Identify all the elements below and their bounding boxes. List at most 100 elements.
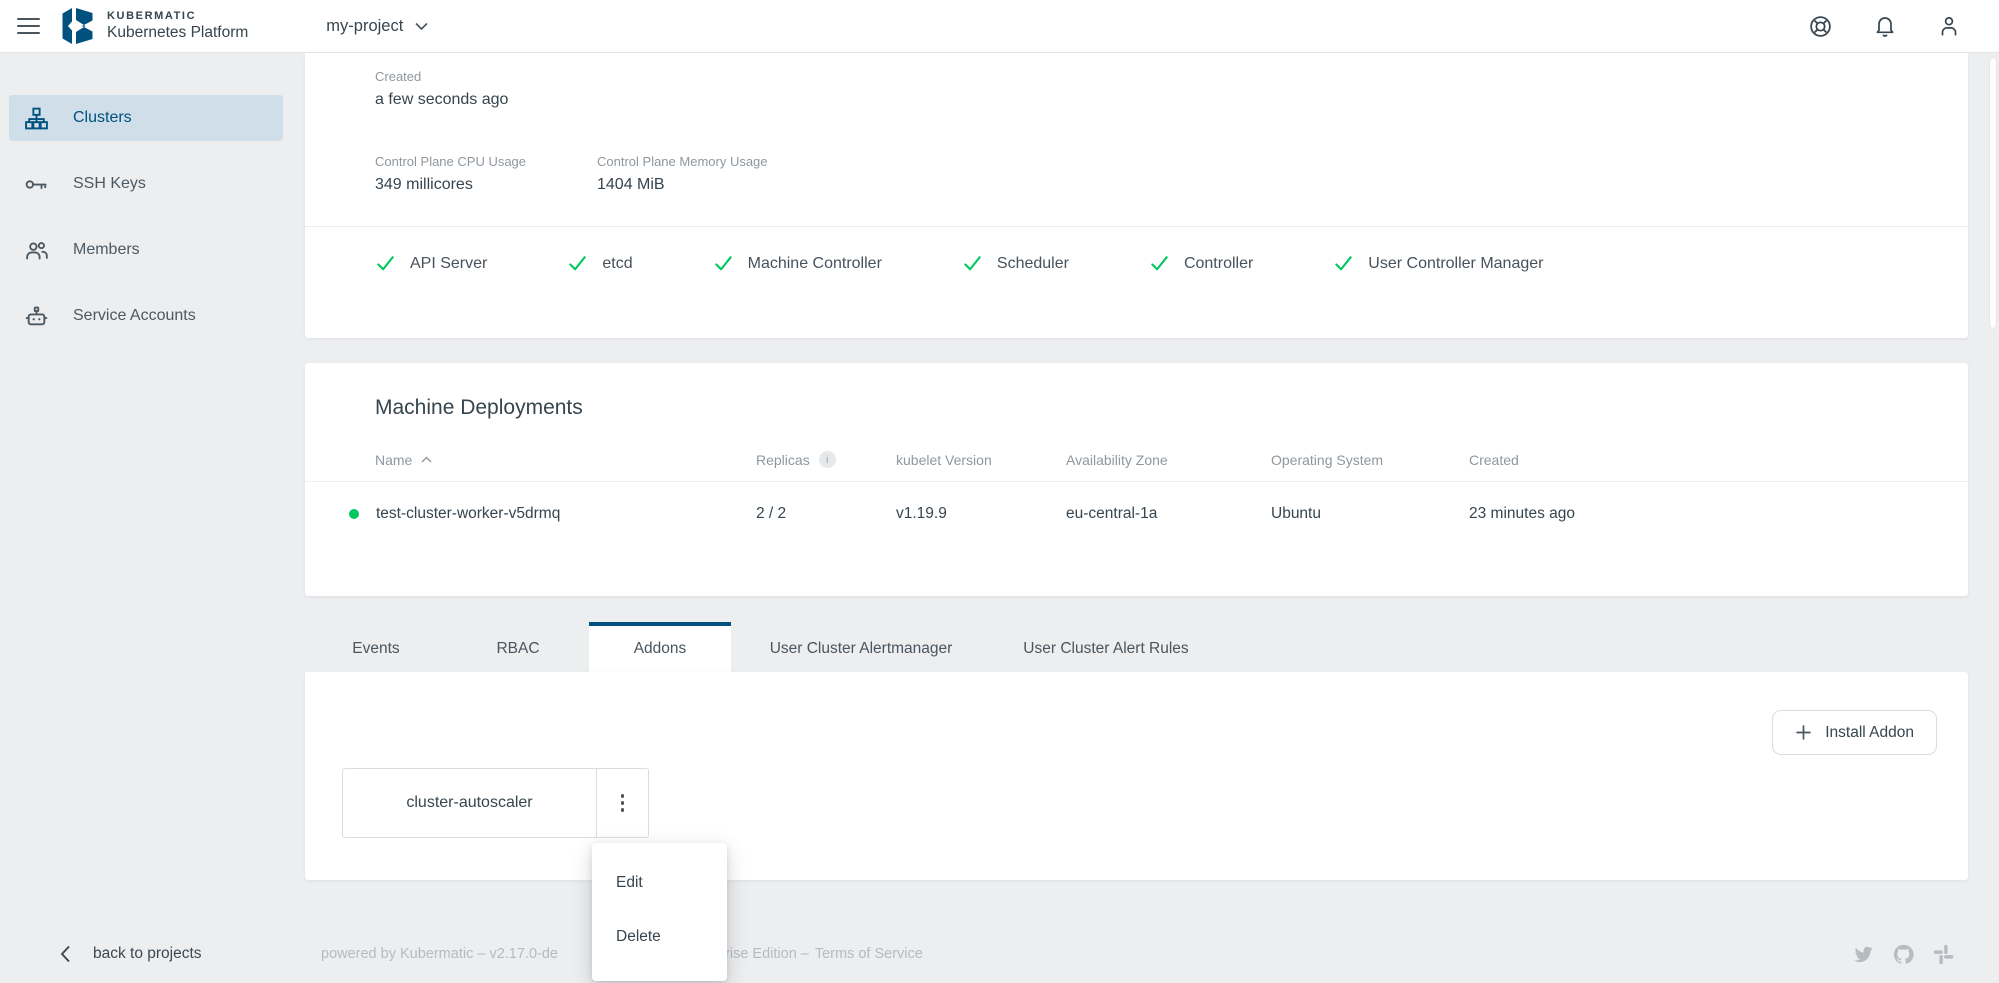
- machine-deployment-row[interactable]: test-cluster-worker-v5drmq 2 / 2 v1.19.9…: [305, 482, 1968, 545]
- menu-hamburger-icon[interactable]: [17, 17, 40, 35]
- addons-panel: Install Addon cluster-autoscaler: [305, 672, 1968, 880]
- tab-user-cluster-alert-rules[interactable]: User Cluster Alert Rules: [991, 622, 1221, 672]
- check-icon: [377, 256, 394, 271]
- install-addon-button[interactable]: Install Addon: [1772, 710, 1937, 755]
- deployment-replicas: 2 / 2: [756, 504, 787, 522]
- column-header-availability-zone: Availability Zone: [1066, 451, 1168, 468]
- robot-icon: [23, 304, 49, 329]
- health-label: Scheduler: [996, 254, 1069, 272]
- created-label: Created: [375, 69, 422, 84]
- column-header-created: Created: [1469, 451, 1519, 468]
- vertical-scrollbar-thumb[interactable]: [1989, 57, 1997, 329]
- addon-context-menu: Edit Delete: [592, 843, 727, 981]
- cpu-usage-label: Control Plane CPU Usage: [375, 154, 527, 169]
- machine-deployments-card: Machine Deployments Name Replicas i kube…: [305, 363, 1968, 596]
- status-healthy-dot-icon: [349, 508, 359, 519]
- check-icon: [569, 256, 587, 271]
- health-label: API Server: [410, 254, 488, 272]
- health-item-machine-controller: Machine Controller: [713, 253, 882, 274]
- deployment-created: 23 minutes ago: [1469, 504, 1575, 522]
- sidebar-item-service-accounts[interactable]: Service Accounts: [9, 293, 283, 339]
- cpu-usage-value: 349 millicores: [375, 176, 473, 193]
- tab-events[interactable]: Events: [305, 622, 447, 672]
- column-header-kubelet-version: kubelet Version: [896, 451, 992, 468]
- sidebar-item-ssh-keys[interactable]: SSH Keys: [9, 161, 283, 207]
- sidebar-item-label: SSH Keys: [73, 175, 146, 192]
- addon-name: cluster-autoscaler: [406, 794, 533, 811]
- main-content: Created a few seconds ago Control Plane …: [305, 53, 1968, 981]
- cpu-usage-block: Control Plane CPU Usage 349 millicores: [375, 154, 597, 194]
- tab-addons[interactable]: Addons: [589, 622, 731, 672]
- footer: back to projects powered by Kubermatic –…: [0, 925, 1999, 983]
- health-label: etcd: [602, 254, 633, 272]
- notifications-bell-icon[interactable]: [1873, 14, 1897, 38]
- key-icon: [23, 172, 49, 197]
- kubermatic-logo-icon: [59, 6, 96, 46]
- header-actions: [1808, 14, 1961, 39]
- project-selector[interactable]: my-project: [326, 17, 428, 36]
- check-icon: [1151, 256, 1168, 271]
- cluster-overview-card: Created a few seconds ago Control Plane …: [305, 53, 1968, 338]
- machine-deployments-table: Name Replicas i kubelet Version Availabi…: [305, 451, 1968, 545]
- health-item-scheduler: Scheduler: [962, 253, 1069, 274]
- deployment-name: test-cluster-worker-v5drmq: [376, 504, 561, 522]
- deployment-name-cell: test-cluster-worker-v5drmq: [349, 505, 756, 523]
- sidebar-item-label: Service Accounts: [73, 307, 196, 324]
- plus-icon: [1796, 725, 1811, 740]
- check-icon: [964, 256, 981, 271]
- chevron-down-icon: [415, 22, 428, 30]
- back-to-projects-label: back to projects: [93, 945, 202, 962]
- brand-text: KUBERMATIC Kubernetes Platform: [107, 10, 248, 42]
- column-header-name[interactable]: Name: [349, 452, 756, 468]
- user-account-icon[interactable]: [1937, 14, 1961, 38]
- health-item-api-server: API Server: [375, 253, 487, 274]
- check-icon: [714, 256, 732, 271]
- project-selector-label: my-project: [326, 16, 404, 35]
- column-header-operating-system: Operating System: [1271, 451, 1384, 468]
- deployment-availability-zone: eu-central-1a: [1066, 504, 1158, 522]
- tab-rbac[interactable]: RBAC: [447, 622, 589, 672]
- health-item-etcd: etcd: [567, 253, 633, 274]
- back-to-projects-link[interactable]: back to projects: [60, 945, 202, 963]
- sidebar-item-members[interactable]: Members: [9, 227, 283, 273]
- sidebar-item-clusters[interactable]: Clusters: [9, 95, 283, 141]
- members-people-icon: [23, 238, 49, 263]
- memory-usage-block: Control Plane Memory Usage 1404 MiB: [597, 154, 819, 194]
- deployment-operating-system: Ubuntu: [1271, 504, 1321, 522]
- brand-product: Kubernetes Platform: [107, 24, 249, 42]
- terms-of-service-link[interactable]: Terms of Service: [815, 946, 923, 962]
- health-item-controller: Controller: [1149, 253, 1253, 274]
- chevron-left-icon: [60, 945, 70, 963]
- health-item-user-controller-manager: User Controller Manager: [1333, 253, 1543, 274]
- menu-item-delete[interactable]: Delete: [592, 910, 727, 964]
- sidebar-item-label: Members: [73, 241, 140, 258]
- help-lifebuoy-icon[interactable]: [1808, 14, 1833, 39]
- memory-usage-label: Control Plane Memory Usage: [597, 154, 768, 169]
- machine-deployments-title: Machine Deployments: [375, 396, 583, 419]
- twitter-icon[interactable]: [1852, 943, 1875, 966]
- sidebar: Clusters SSH Keys Members Service Accoun…: [0, 53, 292, 359]
- github-icon[interactable]: [1892, 943, 1915, 966]
- brand-name: KUBERMATIC: [107, 9, 197, 22]
- health-label: User Controller Manager: [1368, 254, 1544, 272]
- health-label: Controller: [1183, 254, 1254, 272]
- tab-user-cluster-alertmanager[interactable]: User Cluster Alertmanager: [731, 622, 991, 672]
- health-label: Machine Controller: [747, 254, 882, 272]
- powered-left: powered by Kubermatic – v2.17.0-de: [321, 946, 558, 962]
- sort-asc-icon: [421, 456, 432, 463]
- app-header: KUBERMATIC Kubernetes Platform my-projec…: [0, 0, 1999, 53]
- slack-icon[interactable]: [1932, 943, 1955, 966]
- table-header-row: Name Replicas i kubelet Version Availabi…: [305, 451, 1968, 468]
- deployment-kubelet-version: v1.19.9: [896, 504, 947, 522]
- created-value: a few seconds ago: [375, 91, 509, 108]
- install-addon-label: Install Addon: [1825, 723, 1914, 741]
- memory-usage-value: 1404 MiB: [597, 176, 665, 193]
- menu-item-edit[interactable]: Edit: [592, 856, 727, 910]
- cluster-detail-tabs: Events RBAC Addons User Cluster Alertman…: [305, 622, 1968, 672]
- addon-options-kebab-icon[interactable]: [596, 769, 648, 837]
- check-icon: [1335, 256, 1353, 271]
- column-header-replicas: Replicas i: [756, 451, 896, 468]
- addon-card-cluster-autoscaler: cluster-autoscaler: [342, 768, 649, 838]
- replicas-info-icon[interactable]: i: [818, 451, 836, 468]
- clusters-tree-icon: [23, 106, 49, 131]
